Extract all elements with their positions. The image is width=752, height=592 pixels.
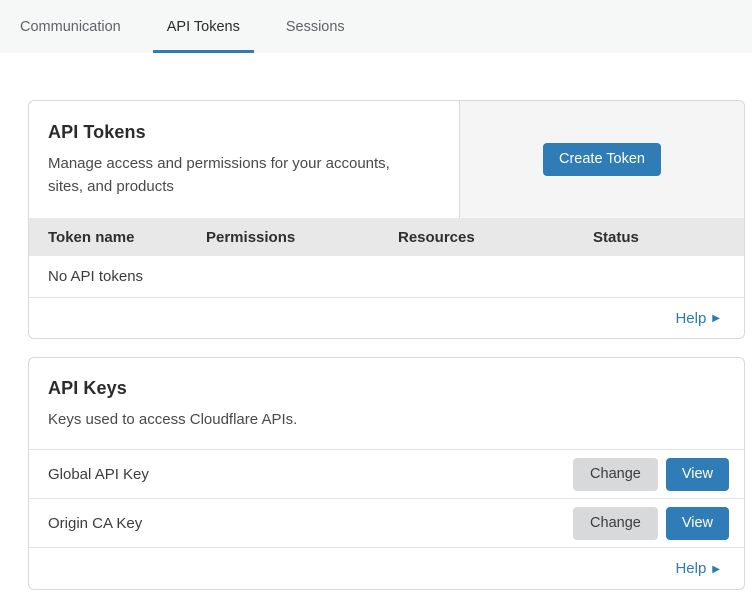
api-tokens-header-text: API Tokens Manage access and permissions… bbox=[29, 101, 460, 218]
api-keys-description: Keys used to access Cloudflare APIs. bbox=[48, 408, 428, 431]
tab-api-tokens-label: API Tokens bbox=[167, 19, 240, 35]
tokens-table-header: Token name Permissions Resources Status bbox=[29, 218, 744, 256]
column-header-permissions: Permissions bbox=[206, 229, 398, 246]
api-tokens-header-action-panel: Create Token bbox=[460, 101, 744, 218]
tab-communication[interactable]: Communication bbox=[6, 0, 135, 53]
tokens-empty-state-text: No API tokens bbox=[48, 268, 143, 285]
tab-api-tokens[interactable]: API Tokens bbox=[153, 0, 254, 53]
api-tokens-card-header: API Tokens Manage access and permissions… bbox=[29, 101, 744, 218]
create-token-button[interactable]: Create Token bbox=[543, 143, 661, 176]
global-api-key-view-button[interactable]: View bbox=[666, 458, 729, 491]
column-header-resources: Resources bbox=[398, 229, 593, 246]
column-header-status: Status bbox=[593, 229, 744, 246]
key-label-global-api-key: Global API Key bbox=[48, 466, 573, 483]
tab-sessions-label: Sessions bbox=[286, 19, 345, 35]
api-keys-card-header: API Keys Keys used to access Cloudflare … bbox=[29, 358, 744, 450]
api-keys-card: API Keys Keys used to access Cloudflare … bbox=[28, 357, 745, 590]
global-api-key-change-button[interactable]: Change bbox=[573, 458, 658, 491]
api-tokens-card-footer: Help ▶ bbox=[29, 298, 744, 338]
api-tokens-help-label: Help bbox=[675, 310, 706, 327]
tab-communication-label: Communication bbox=[20, 19, 121, 35]
api-keys-help-link[interactable]: Help ▶ bbox=[675, 560, 720, 577]
key-row-origin-ca-key: Origin CA Key Change View bbox=[29, 499, 744, 548]
help-arrow-icon: ▶ bbox=[712, 313, 720, 324]
api-keys-title: API Keys bbox=[48, 378, 720, 399]
column-header-token-name: Token name bbox=[48, 229, 206, 246]
origin-ca-key-view-button[interactable]: View bbox=[666, 507, 729, 540]
api-keys-help-label: Help bbox=[675, 560, 706, 577]
key-row-global-api-key: Global API Key Change View bbox=[29, 450, 744, 499]
api-tokens-card: API Tokens Manage access and permissions… bbox=[28, 100, 745, 339]
tab-bar: Communication API Tokens Sessions bbox=[0, 0, 752, 53]
api-tokens-description: Manage access and permissions for your a… bbox=[48, 152, 428, 199]
tokens-empty-state-row: No API tokens bbox=[29, 256, 744, 298]
key-label-origin-ca-key: Origin CA Key bbox=[48, 515, 573, 532]
help-arrow-icon: ▶ bbox=[712, 564, 720, 575]
origin-ca-key-change-button[interactable]: Change bbox=[573, 507, 658, 540]
api-tokens-title: API Tokens bbox=[48, 122, 435, 143]
api-tokens-help-link[interactable]: Help ▶ bbox=[675, 310, 720, 327]
tab-sessions[interactable]: Sessions bbox=[272, 0, 359, 53]
api-keys-card-footer: Help ▶ bbox=[29, 548, 744, 589]
